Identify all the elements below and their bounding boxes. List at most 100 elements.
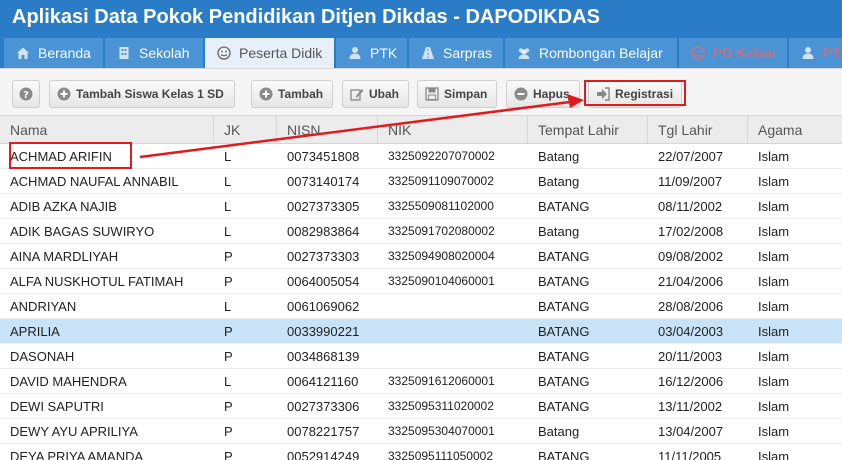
cell-nama: AINA MARDLIYAH	[10, 249, 119, 264]
column-header-tgl-lahir[interactable]: Tgl Lahir	[648, 116, 748, 144]
table-row[interactable]: ADIK BAGAS SUWIRYO L 0082983864 33250917020…	[0, 219, 842, 244]
cell-nisn: 0073451808	[287, 149, 360, 164]
person-icon	[349, 47, 361, 59]
cell-tempat-lahir: BATANG	[538, 274, 590, 289]
cell-agama: Islam	[758, 449, 790, 460]
person-icon	[802, 47, 814, 59]
column-header-nisn[interactable]: NISN	[277, 116, 378, 144]
cell-agama: Islam	[758, 174, 790, 189]
table-row[interactable]: ACHMAD ARIFIN L 0073451808 3325092207070002…	[0, 144, 842, 169]
hapus-button[interactable]: Hapus	[506, 80, 580, 108]
cell-nik: 3325091109070002	[388, 174, 494, 188]
cell-tgl-lahir: 08/11/2002	[658, 199, 723, 214]
column-header-nama[interactable]: Nama	[0, 116, 214, 144]
cell-nama: DEWI SAPUTRI	[10, 399, 104, 414]
help-button[interactable]: ?	[12, 80, 40, 108]
cell-tempat-lahir: BATANG	[538, 249, 590, 264]
tab-pd-keluar[interactable]: PD Keluar	[679, 38, 787, 68]
cell-jk: P	[224, 399, 233, 414]
column-header-agama[interactable]: Agama	[748, 116, 842, 144]
cell-tempat-lahir: BATANG	[538, 449, 590, 460]
table-row[interactable]: DEYA PRIYA AMANDA P 0052914249 332509511105…	[0, 444, 842, 460]
cell-tempat-lahir: BATANG	[538, 374, 590, 389]
table-row[interactable]: ADIB AZKA NAJIB L 0027373305 33255090811020…	[0, 194, 842, 219]
cell-agama: Islam	[758, 199, 790, 214]
cell-jk: L	[224, 199, 232, 214]
cell-nama: APRILIA	[10, 324, 60, 339]
column-header-jk[interactable]: JK	[214, 116, 277, 144]
cell-tgl-lahir: 16/12/2006	[658, 374, 724, 389]
cell-nama: ALFA NUSKHOTUL FATIMAH	[10, 274, 184, 289]
tab-sekolah[interactable]: Sekolah	[105, 38, 203, 68]
cell-tempat-lahir: Batang	[538, 149, 580, 164]
cell-nama: ANDRIYAN	[10, 299, 77, 314]
cell-tgl-lahir: 17/02/2008	[658, 224, 724, 239]
column-header-tempat-lahir[interactable]: Tempat Lahir	[528, 116, 648, 144]
edit-icon	[350, 89, 364, 101]
cell-nama: ADIK BAGAS SUWIRYO	[10, 224, 155, 239]
cell-tempat-lahir: BATANG	[538, 349, 590, 364]
tab-ptk[interactable]: PTK	[336, 38, 407, 68]
cell-nik: 3325092207070002	[388, 149, 495, 163]
cell-agama: Islam	[758, 299, 790, 314]
registrasi-button[interactable]: Registrasi	[588, 80, 682, 108]
tambah-button[interactable]: Tambah	[251, 80, 333, 108]
cell-jk: L	[224, 374, 232, 389]
cell-agama: Islam	[758, 349, 790, 364]
cell-nama: ACHMAD NAUFAL ANNABIL	[10, 174, 179, 189]
table-row[interactable]: DAVID MAHENDRA L 0064121160 332509161206000…	[0, 369, 842, 394]
cell-nisn: 0073140174	[287, 174, 360, 189]
table-row[interactable]: ALFA NUSKHOTUL FATIMAH P 0064005054 3325090…	[0, 269, 842, 294]
cell-jk: P	[224, 274, 233, 289]
simpan-button[interactable]: Simpan	[417, 80, 497, 108]
cell-tempat-lahir: Batang	[538, 424, 580, 439]
cell-nama: ADIB AZKA NAJIB	[10, 199, 117, 214]
tab-peserta-didik[interactable]: Peserta Didik	[205, 38, 334, 70]
tab-beranda[interactable]: Beranda	[4, 38, 103, 68]
table-row[interactable]: ACHMAD NAUFAL ANNABIL L 0073140174 33250911…	[0, 169, 842, 194]
cell-jk: L	[224, 174, 232, 189]
app-titlebar: Aplikasi Data Pokok Pendidikan Ditjen Di…	[0, 0, 842, 38]
tab-rombongan-belajar[interactable]: Rombongan Belajar	[505, 38, 677, 68]
home-icon	[17, 47, 29, 59]
column-header-nik[interactable]: NIK	[378, 116, 528, 144]
table-row[interactable]: DEWY AYU APRILIYA P 0078221757 332509530407…	[0, 419, 842, 444]
tab-sarpras[interactable]: Sarpras	[409, 38, 503, 68]
tambah-siswa-kelas-1-sd-button[interactable]: Tambah Siswa Kelas 1 SD	[49, 80, 235, 108]
ubah-button[interactable]: Ubah	[342, 80, 409, 108]
cell-nik: 3325090104060001	[388, 274, 495, 288]
table-row[interactable]: DASONAH P 0034868139 BATANG 20/11/2003 Islam	[0, 344, 842, 369]
table-row[interactable]: ANDRIYAN L 0061069062 BATANG 28/08/2006 Islam	[0, 294, 842, 319]
cell-nisn: 0033990221	[287, 324, 360, 339]
student-grid: ACHMAD ARIFIN L 0073451808 3325092207070002…	[0, 144, 842, 460]
grid-header: Nama JK NISN NIK Tempat Lahir Tgl Lahir …	[0, 116, 842, 144]
cell-nisn: 0061069062	[287, 299, 360, 314]
cell-nisn: 0078221757	[287, 424, 360, 439]
tab-pt[interactable]: PT	[789, 38, 842, 68]
cell-tgl-lahir: 11/09/2007	[658, 174, 723, 189]
cell-nisn: 0027373303	[287, 249, 360, 264]
cell-tgl-lahir: 09/08/2002	[658, 249, 724, 264]
sign-in-icon	[597, 87, 610, 101]
cell-tgl-lahir: 20/11/2003	[658, 349, 723, 364]
plus-circle-icon	[259, 87, 273, 101]
cell-tgl-lahir: 13/04/2007	[658, 424, 724, 439]
table-row[interactable]: DEWI SAPUTRI P 0027373306 3325095311020002 B…	[0, 394, 842, 419]
cell-nisn: 0064005054	[287, 274, 360, 289]
cell-nama: ACHMAD ARIFIN	[10, 149, 112, 164]
cell-tempat-lahir: BATANG	[538, 399, 590, 414]
minus-circle-icon	[514, 87, 528, 101]
group-icon	[518, 48, 530, 59]
cell-tgl-lahir: 11/11/2005	[658, 449, 722, 460]
cell-nisn: 0027373305	[287, 199, 360, 214]
plus-circle-icon	[57, 87, 71, 101]
cell-nik: 3325094908020004	[388, 249, 495, 263]
smile-icon	[217, 46, 231, 60]
cell-agama: Islam	[758, 249, 790, 264]
table-row[interactable]: APRILIA P 0033990221 BATANG 03/04/2003 Islam	[0, 319, 842, 344]
cell-tempat-lahir: BATANG	[538, 324, 590, 339]
table-row[interactable]: AINA MARDLIYAH P 0027373303 332509490802000…	[0, 244, 842, 269]
save-icon	[425, 87, 439, 101]
cell-jk: L	[224, 299, 232, 314]
cell-agama: Islam	[758, 424, 790, 439]
